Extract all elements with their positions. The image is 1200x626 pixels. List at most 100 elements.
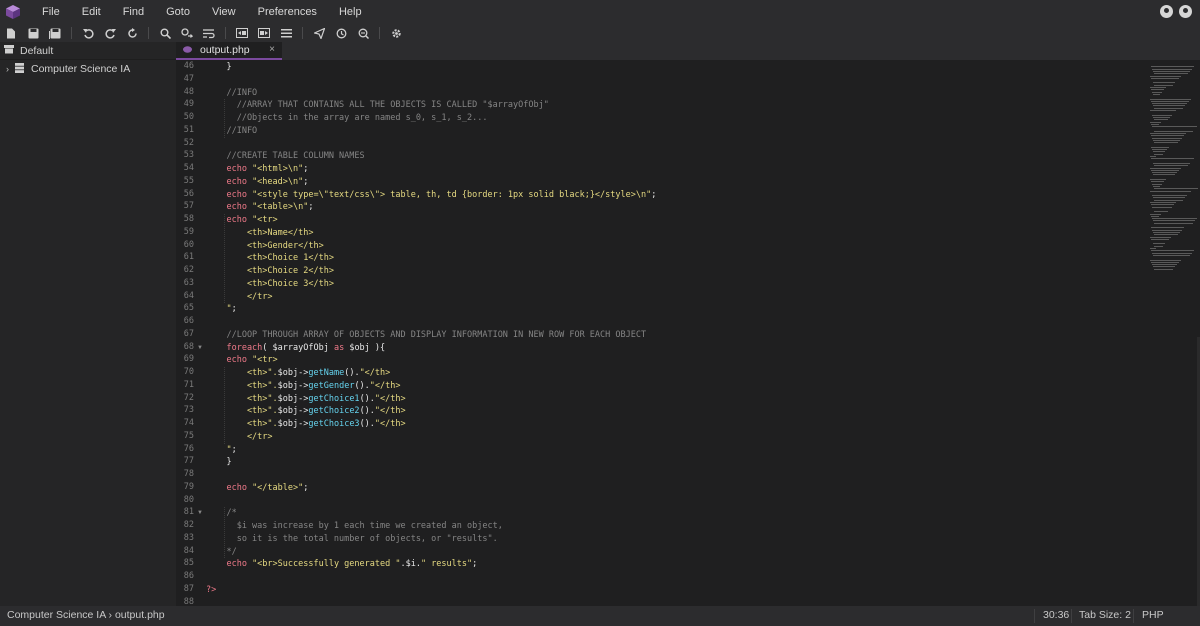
menu-file[interactable]: File	[31, 0, 71, 24]
minimap-line	[1154, 107, 1183, 109]
code-line[interactable]: //Objects in the array are named s_0, s_…	[206, 112, 488, 125]
revert-icon[interactable]	[125, 26, 139, 40]
menu-view[interactable]: View	[201, 0, 247, 24]
menu-find[interactable]: Find	[112, 0, 155, 24]
window-controls	[1160, 5, 1192, 18]
code-line[interactable]: echo "<tr>	[206, 214, 277, 227]
save-icon[interactable]	[26, 26, 40, 40]
close-icon[interactable]: ×	[269, 44, 275, 55]
history-icon[interactable]	[334, 26, 348, 40]
line-number: 87	[183, 583, 194, 594]
code-token: so it is the total number of objects, or…	[206, 533, 498, 544]
code-token: <th>Name</th>	[206, 227, 314, 238]
code-line[interactable]: <th>Choice 1</th>	[206, 252, 334, 265]
find-replace-icon[interactable]	[180, 26, 194, 40]
tab-label: output.php	[200, 44, 250, 56]
code-line[interactable]: //CREATE TABLE COLUMN NAMES	[206, 150, 364, 163]
code-token: echo	[206, 176, 253, 187]
new-file-icon[interactable]	[4, 26, 18, 40]
send-icon[interactable]	[312, 26, 326, 40]
line-number: 84	[183, 545, 194, 556]
code-line[interactable]: <th>".$obj->getChoice1()."</th>	[206, 393, 406, 406]
code-line[interactable]: echo "<table>\n";	[206, 201, 313, 214]
code-line[interactable]: <th>Choice 3</th>	[206, 278, 334, 291]
code-line[interactable]: so it is the total number of objects, or…	[206, 533, 498, 546]
code-line[interactable]: </tr>	[206, 291, 273, 304]
code-line[interactable]: echo "<style type=\"text/css\"> table, t…	[206, 189, 656, 202]
code-token: ().	[359, 393, 375, 404]
line-number: 48	[183, 86, 194, 97]
tree-item-project[interactable]: › Computer Science IA	[0, 60, 176, 78]
code-line[interactable]: <th>".$obj->getName()."</th>	[206, 367, 390, 380]
code-line[interactable]: <th>Name</th>	[206, 227, 314, 240]
tab-output-php[interactable]: output.php ×	[176, 42, 282, 60]
menu-goto[interactable]: Goto	[155, 0, 201, 24]
code-line[interactable]: */	[206, 546, 236, 559]
minimap-line	[1152, 126, 1197, 128]
minimap-line	[1153, 70, 1190, 72]
toggle-panel-icon[interactable]	[279, 26, 293, 40]
undo-icon[interactable]	[81, 26, 95, 40]
code-line[interactable]: }	[206, 61, 231, 74]
sidebar-header[interactable]: Default	[0, 42, 176, 60]
code-line[interactable]: /*	[206, 507, 236, 520]
code-line[interactable]: ";	[206, 303, 236, 316]
status-separator	[1034, 609, 1035, 623]
minimap-line	[1153, 162, 1190, 164]
tab-bar: output.php ×	[176, 42, 1200, 60]
project-icon	[4, 44, 14, 57]
menu-help[interactable]: Help	[328, 0, 373, 24]
power-icon[interactable]	[1179, 5, 1192, 18]
fold-toggle-icon[interactable]: ▼	[197, 345, 203, 351]
status-cursor-position[interactable]: 30:36	[1043, 609, 1069, 621]
minimap-line	[1151, 227, 1184, 229]
code-line[interactable]: //LOOP THROUGH ARRAY OF OBJECTS AND DISP…	[206, 329, 646, 342]
code-line[interactable]: echo "<br>Successfully generated ".$i." …	[206, 558, 477, 571]
menu-preferences[interactable]: Preferences	[247, 0, 328, 24]
code-line[interactable]: //INFO	[206, 87, 257, 100]
word-wrap-icon[interactable]	[202, 26, 216, 40]
code-token: ().	[359, 406, 375, 417]
minimap-line	[1151, 123, 1159, 125]
zoom-icon[interactable]	[356, 26, 370, 40]
save-all-icon[interactable]	[48, 26, 62, 40]
status-tab-size[interactable]: Tab Size: 2	[1079, 609, 1131, 621]
code-line[interactable]: //ARRAY THAT CONTAINS ALL THE OBJECTS IS…	[206, 99, 549, 112]
code-line[interactable]: echo "<tr>	[206, 354, 277, 367]
indent-right-icon[interactable]	[257, 26, 271, 40]
redo-icon[interactable]	[103, 26, 117, 40]
code-line[interactable]: echo "</table>";	[206, 482, 308, 495]
status-language[interactable]: PHP	[1142, 609, 1164, 621]
code-token: ?>	[206, 584, 217, 595]
code-token: as	[333, 342, 345, 353]
settings-icon[interactable]	[389, 26, 403, 40]
code-editor[interactable]: 46 47 48 49 50 51 52 53 54 55 56 57 58 59 60 61 62 63 64 65…	[176, 60, 1200, 606]
code-line[interactable]: <th>".$obj->getGender()."</th>	[206, 380, 401, 393]
code-line[interactable]: <th>".$obj->getChoice2()."</th>	[206, 405, 406, 418]
code-line[interactable]: }	[206, 456, 231, 469]
sidebar: Default › Computer Science IA	[0, 42, 176, 606]
chevron-right-icon[interactable]: ›	[6, 64, 9, 74]
account-icon[interactable]	[1160, 5, 1173, 18]
indent-left-icon[interactable]	[235, 26, 249, 40]
code-area[interactable]: } //INFO //ARRAY THAT CONTAINS ALL THE O…	[206, 60, 1126, 606]
menu-edit[interactable]: Edit	[71, 0, 112, 24]
code-line[interactable]: </tr>	[206, 431, 273, 444]
minimap-line	[1151, 238, 1169, 240]
code-line[interactable]: foreach( $arrayOfObj as $obj ){	[206, 342, 385, 355]
fold-toggle-icon[interactable]: ▼	[197, 510, 203, 516]
code-token: $obj->	[277, 419, 309, 429]
minimap[interactable]	[1146, 60, 1200, 606]
search-icon[interactable]	[158, 26, 172, 40]
indent-guide	[224, 214, 225, 304]
code-line[interactable]: $i was increase by 1 each time we create…	[206, 520, 503, 533]
code-line[interactable]: ";	[206, 444, 236, 457]
code-line[interactable]: ?>	[206, 584, 216, 597]
code-line[interactable]: <th>Choice 2</th>	[206, 265, 334, 278]
code-line[interactable]: <th>".$obj->getChoice3()."</th>	[206, 418, 406, 431]
code-line[interactable]: //INFO	[206, 125, 257, 138]
code-line[interactable]: echo "<head>\n";	[206, 176, 308, 189]
code-token: <th>".	[206, 368, 278, 378]
code-line[interactable]: echo "<html>\n";	[206, 163, 308, 176]
code-token: foreach	[206, 342, 263, 353]
